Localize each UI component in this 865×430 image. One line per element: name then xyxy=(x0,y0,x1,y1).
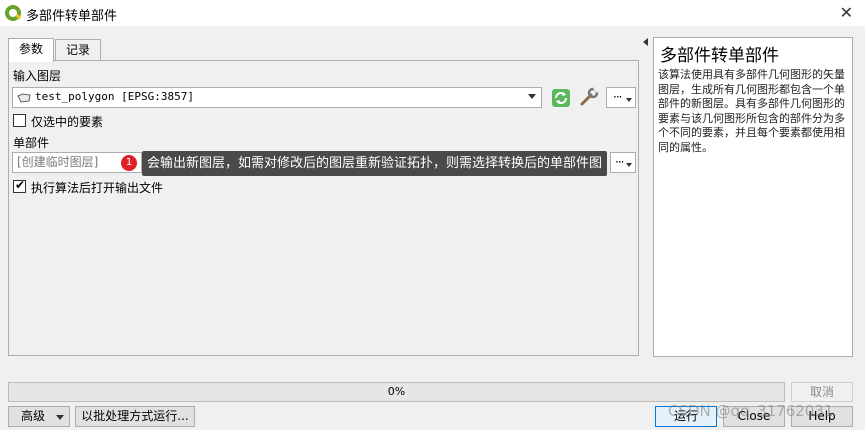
cancel-button[interactable]: 取消 xyxy=(791,382,853,402)
polygon-layer-icon xyxy=(17,93,31,103)
input-layer-value: test_polygon [EPSG:3857] xyxy=(35,90,194,103)
batch-run-button[interactable]: 以批处理方式运行... xyxy=(75,406,195,427)
window-close-button[interactable]: ✕ xyxy=(840,3,853,22)
tab-parameters[interactable]: 参数 xyxy=(8,38,54,62)
annotation-tooltip: 会输出新图层，如需对修改后的图层重新验证拓扑，则需选择转换后的单部件图层 xyxy=(142,151,607,196)
advanced-label: 高级 xyxy=(21,409,46,423)
selected-only-checkbox[interactable] xyxy=(13,114,26,127)
help-title: 多部件转单部件 xyxy=(660,46,779,66)
input-layer-options-button[interactable]: ··· xyxy=(606,87,636,108)
help-panel: 多部件转单部件 该算法使用具有多部件几何图形的矢量图层，生成所有几何图形都包含一… xyxy=(653,37,853,357)
output-options-button[interactable]: ··· xyxy=(610,152,636,173)
chevron-down-icon xyxy=(626,163,632,167)
dots-label: ··· xyxy=(615,155,625,169)
wrench-icon[interactable] xyxy=(578,86,600,108)
chevron-down-icon xyxy=(528,94,536,99)
advanced-button[interactable]: 高级 xyxy=(8,406,70,427)
watermark: CSDN @qq_31762031 xyxy=(668,402,834,420)
collapse-help-icon[interactable] xyxy=(643,38,648,46)
dots-label: ··· xyxy=(613,90,623,104)
input-layer-label: 输入图层 xyxy=(13,69,62,83)
title-bar: 多部件转单部件 ✕ xyxy=(0,0,865,26)
input-layer-combo[interactable]: test_polygon [EPSG:3857] xyxy=(12,87,542,108)
output-label: 单部件 xyxy=(13,136,50,150)
qgis-logo-icon xyxy=(5,5,21,21)
open-output-label: 执行算法后打开输出文件 xyxy=(31,181,164,195)
help-description: 该算法使用具有多部件几何图形的矢量图层，生成所有几何图形都包含一个单部件的新图层… xyxy=(658,68,845,154)
progress-bar: 0% xyxy=(8,382,785,402)
annotation-badge: 1 xyxy=(121,155,137,171)
open-output-checkbox[interactable] xyxy=(13,178,26,193)
tab-log[interactable]: 记录 xyxy=(55,39,101,61)
refresh-icon[interactable] xyxy=(551,88,571,108)
chevron-down-icon xyxy=(56,415,64,420)
chevron-down-icon xyxy=(626,98,632,102)
progress-text: 0% xyxy=(387,385,406,398)
window-title: 多部件转单部件 xyxy=(26,9,118,24)
selected-only-label: 仅选中的要素 xyxy=(31,115,104,129)
